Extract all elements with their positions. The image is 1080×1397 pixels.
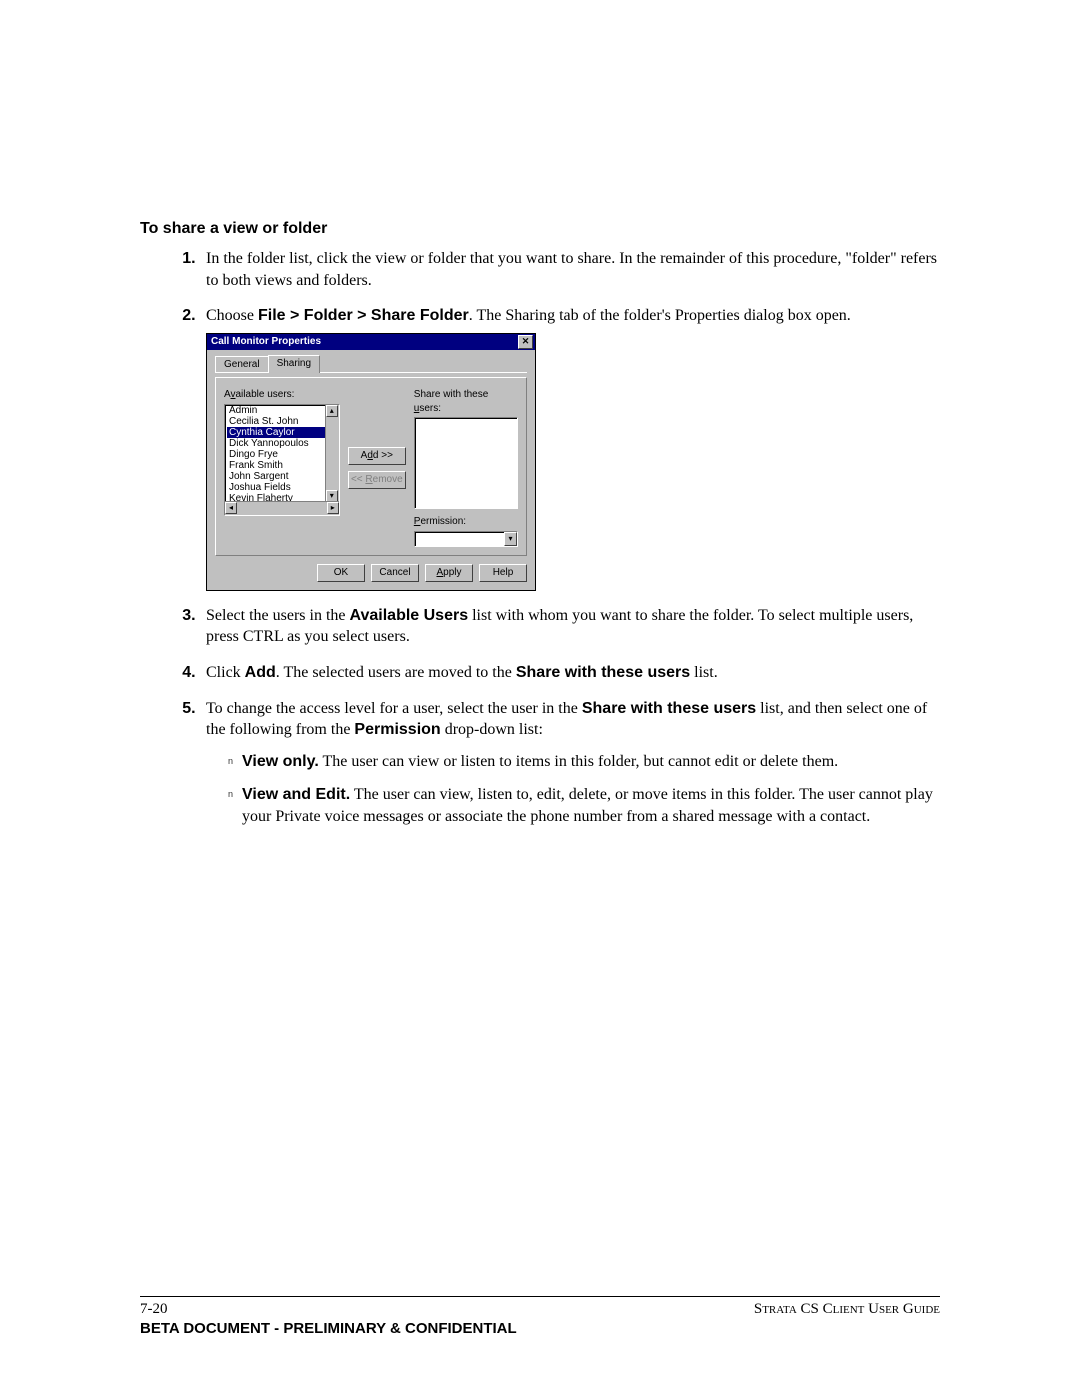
step-4-c: list. (690, 664, 718, 681)
step-2-text-a: Choose (206, 307, 258, 324)
step-5-bold1: Share with these users (582, 700, 756, 717)
remove-button[interactable]: << Remove (348, 471, 406, 489)
document-page: To share a view or folder In the folder … (0, 0, 1080, 1397)
dialog-body: General Sharing Available users: AdminCe… (207, 350, 535, 590)
option-view-only-text: The user can view or listen to items in … (319, 753, 838, 770)
cancel-button[interactable]: Cancel (371, 564, 419, 582)
scroll-up-icon[interactable]: ▴ (326, 405, 338, 417)
available-users-label: Available users: (224, 388, 340, 402)
step-1: In the folder list, click the view or fo… (200, 248, 940, 291)
tab-sharing[interactable]: Sharing (268, 355, 320, 374)
step-4: Click Add. The selected users are moved … (200, 662, 940, 684)
permission-label: Permission: (414, 515, 518, 529)
list-item[interactable]: Cynthia Caylor (227, 427, 326, 438)
permission-dropdown[interactable]: ▾ (414, 531, 518, 547)
list-item[interactable]: Dick Yannopoulos (227, 438, 326, 449)
apply-button[interactable]: Apply (425, 564, 473, 582)
step-2-bold: File > Folder > Share Folder (258, 307, 469, 324)
step-5-bold2: Permission (354, 721, 440, 738)
footer-rule (140, 1296, 940, 1297)
step-5-a: To change the access level for a user, s… (206, 700, 582, 717)
share-users-listbox[interactable] (414, 417, 518, 509)
option-view-edit: View and Edit. The user can view, listen… (228, 784, 940, 827)
step-1-text: In the folder list, click the view or fo… (206, 250, 937, 289)
step-3-bold: Available Users (350, 607, 469, 624)
footer-guide-title: Strata CS Client User Guide (754, 1301, 940, 1318)
vertical-scrollbar[interactable]: ▴ ▾ (325, 405, 339, 502)
chevron-down-icon[interactable]: ▾ (504, 532, 517, 546)
available-users-listbox[interactable]: AdminCecilia St. JohnCynthia CaylorDick … (224, 404, 340, 516)
list-item[interactable]: Admin (227, 405, 326, 416)
share-users-label: Share with these users: (414, 388, 518, 415)
step-4-b: . The selected users are moved to the (276, 664, 516, 681)
close-icon[interactable]: ✕ (518, 335, 533, 349)
list-item[interactable]: Frank Smith (227, 460, 326, 471)
permission-options-list: View only. The user can view or listen t… (228, 751, 940, 828)
list-item[interactable]: Dingo Frye (227, 449, 326, 460)
section-heading: To share a view or folder (140, 220, 940, 238)
step-5: To change the access level for a user, s… (200, 698, 940, 828)
option-view-only: View only. The user can view or listen t… (228, 751, 940, 773)
step-2-text-b: . The Sharing tab of the folder's Proper… (469, 307, 851, 324)
sharing-panel: Available users: AdminCecilia St. JohnCy… (215, 377, 527, 556)
dialog-button-row: OK Cancel Apply Help (215, 564, 527, 582)
tab-general[interactable]: General (215, 356, 269, 373)
step-5-c: drop-down list: (441, 721, 543, 738)
dialog-title: Call Monitor Properties (211, 335, 321, 349)
horizontal-scrollbar[interactable]: ◂ ▸ (225, 501, 339, 515)
tab-strip: General Sharing (215, 354, 527, 374)
option-view-only-label: View only. (242, 753, 319, 770)
page-number: 7-20 (140, 1301, 168, 1318)
footer-confidential: BETA DOCUMENT - PRELIMINARY & CONFIDENTI… (140, 1320, 940, 1337)
list-item[interactable]: John Sargent (227, 471, 326, 482)
scroll-left-icon[interactable]: ◂ (225, 502, 237, 514)
step-4-a: Click (206, 664, 245, 681)
permission-value (415, 532, 504, 546)
option-view-edit-label: View and Edit. (242, 786, 350, 803)
list-item[interactable]: Cecilia St. John (227, 416, 326, 427)
step-3-a: Select the users in the (206, 607, 350, 624)
dialog-titlebar: Call Monitor Properties ✕ (207, 334, 535, 350)
help-button[interactable]: Help (479, 564, 527, 582)
scroll-right-icon[interactable]: ▸ (327, 502, 339, 514)
list-item[interactable]: Joshua Fields (227, 482, 326, 493)
add-button[interactable]: Add >> (348, 447, 406, 465)
step-3: Select the users in the Available Users … (200, 605, 940, 648)
page-footer: 7-20 Strata CS Client User Guide BETA DO… (140, 1296, 940, 1337)
step-4-bold2: Share with these users (516, 664, 690, 681)
step-2: Choose File > Folder > Share Folder. The… (200, 305, 940, 591)
dialog-call-monitor-properties: Call Monitor Properties ✕ General Sharin… (206, 333, 536, 591)
steps-list: In the folder list, click the view or fo… (180, 248, 940, 828)
ok-button[interactable]: OK (317, 564, 365, 582)
step-4-bold1: Add (245, 664, 276, 681)
